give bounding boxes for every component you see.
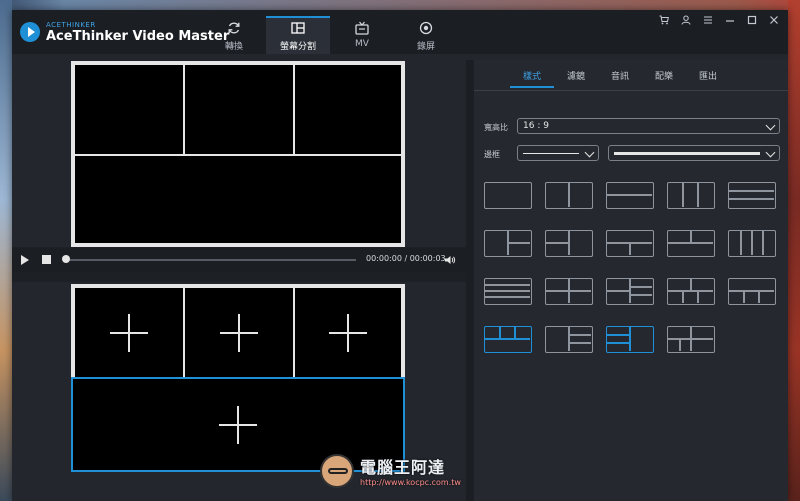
watermark: 電腦王阿達 http://www.kocpc.com.tw (320, 450, 480, 498)
preview-area (12, 60, 466, 247)
stop-button[interactable] (42, 255, 51, 264)
menu-icon[interactable] (702, 14, 714, 26)
app-logo-icon (20, 22, 40, 42)
desktop-wallpaper-left (0, 0, 12, 501)
layout-template-17[interactable] (545, 326, 593, 353)
tab-mv-label: MV (355, 39, 369, 49)
tab-export[interactable]: 匯出 (686, 68, 730, 88)
layout-template-15[interactable] (728, 278, 776, 305)
cart-icon[interactable] (658, 14, 670, 26)
desktop-wallpaper-right (788, 0, 800, 501)
tab-style[interactable]: 樣式 (510, 68, 554, 88)
tab-split-screen-label: 螢幕分割 (279, 42, 316, 52)
border-width-select[interactable] (608, 145, 780, 161)
maximize-icon[interactable] (746, 14, 758, 26)
user-icon[interactable] (680, 14, 692, 26)
volume-icon[interactable] (444, 254, 456, 266)
layout-template-10[interactable] (728, 230, 776, 257)
close-icon[interactable] (768, 14, 780, 26)
split-screen-icon (291, 22, 305, 34)
tab-convert[interactable]: 轉換 (202, 16, 266, 54)
time-display: 00:00:00 / 00:00:03 (366, 254, 446, 263)
layout-template-11[interactable] (484, 278, 532, 305)
tabs-divider (474, 90, 788, 91)
record-icon (419, 21, 433, 35)
layout-template-16[interactable] (484, 326, 532, 353)
glasses-icon (328, 468, 348, 474)
chevron-down-icon (765, 147, 776, 158)
edit-cell-3[interactable] (293, 286, 403, 380)
tab-mv[interactable]: MV (330, 16, 394, 54)
layout-template-3[interactable] (606, 182, 654, 209)
preview-frame (71, 61, 405, 247)
pane-divider[interactable] (466, 60, 474, 501)
play-button[interactable] (21, 255, 29, 265)
add-media-icon (220, 314, 258, 352)
preview-cell-2 (183, 63, 295, 156)
tab-split-screen[interactable]: 螢幕分割 (266, 16, 330, 54)
title-bar: ACETHINKER AceThinker Video Master 轉換 螢幕 (12, 10, 788, 54)
preview-cell-4 (73, 154, 403, 245)
settings-tabs: 樣式 濾鏡 音訊 配樂 匯出 (510, 68, 730, 88)
layout-template-19[interactable] (667, 326, 715, 353)
tab-convert-label: 轉換 (224, 42, 243, 52)
layout-template-12[interactable] (545, 278, 593, 305)
layout-template-4[interactable] (667, 182, 715, 209)
tab-filter[interactable]: 濾鏡 (554, 68, 598, 88)
tab-record[interactable]: 錄屏 (394, 16, 458, 54)
line-style-sample (523, 153, 579, 154)
layout-template-1[interactable] (484, 182, 532, 209)
tv-icon (355, 21, 369, 35)
edit-frame (71, 284, 405, 472)
watermark-text: 電腦王阿達 (360, 458, 446, 477)
layout-template-2[interactable] (545, 182, 593, 209)
add-media-icon (329, 314, 367, 352)
edit-cell-2[interactable] (183, 286, 295, 380)
layout-template-8[interactable] (606, 230, 654, 257)
seek-bar[interactable] (66, 259, 356, 261)
preview-cell-3 (293, 63, 403, 156)
aspect-ratio-select[interactable]: 16 : 9 (517, 118, 780, 134)
tab-music[interactable]: 配樂 (642, 68, 686, 88)
chevron-down-icon (765, 120, 776, 131)
add-media-icon (219, 405, 257, 444)
border-label: 邊框 (484, 150, 500, 159)
main-tabs: 轉換 螢幕分割 MV 錄屏 (202, 16, 458, 54)
watermark-url: http://www.kocpc.com.tw (360, 478, 461, 487)
player-controls: 00:00:00 / 00:00:03 (12, 248, 466, 272)
tab-record-label: 錄屏 (416, 42, 435, 52)
add-media-icon (110, 314, 148, 352)
layout-template-18[interactable] (606, 326, 654, 353)
layout-template-9[interactable] (667, 230, 715, 257)
preview-pane: 00:00:00 / 00:00:03 (12, 60, 466, 501)
brand-small-text: ACETHINKER (46, 21, 96, 29)
preview-cell-1 (73, 63, 185, 156)
layout-template-7[interactable] (545, 230, 593, 257)
border-style-select[interactable] (517, 145, 599, 161)
layout-template-13[interactable] (606, 278, 654, 305)
app-window: ACETHINKER AceThinker Video Master 轉換 螢幕 (12, 10, 788, 501)
tab-audio[interactable]: 音訊 (598, 68, 642, 88)
edit-cell-1[interactable] (73, 286, 185, 380)
line-width-sample (614, 152, 760, 155)
seek-handle[interactable] (62, 255, 70, 263)
aspect-ratio-label: 寬高比 (484, 123, 508, 132)
chevron-down-icon (584, 147, 595, 158)
minimize-icon[interactable] (724, 14, 736, 26)
refresh-icon (228, 22, 240, 34)
layout-template-6[interactable] (484, 230, 532, 257)
settings-pane: 樣式 濾鏡 音訊 配樂 匯出 寬高比 16 : 9 邊框 (474, 60, 788, 501)
mascot-icon (320, 454, 354, 488)
window-controls (658, 14, 780, 26)
layout-template-14[interactable] (667, 278, 715, 305)
layout-template-5[interactable] (728, 182, 776, 209)
aspect-ratio-value: 16 : 9 (523, 121, 549, 131)
